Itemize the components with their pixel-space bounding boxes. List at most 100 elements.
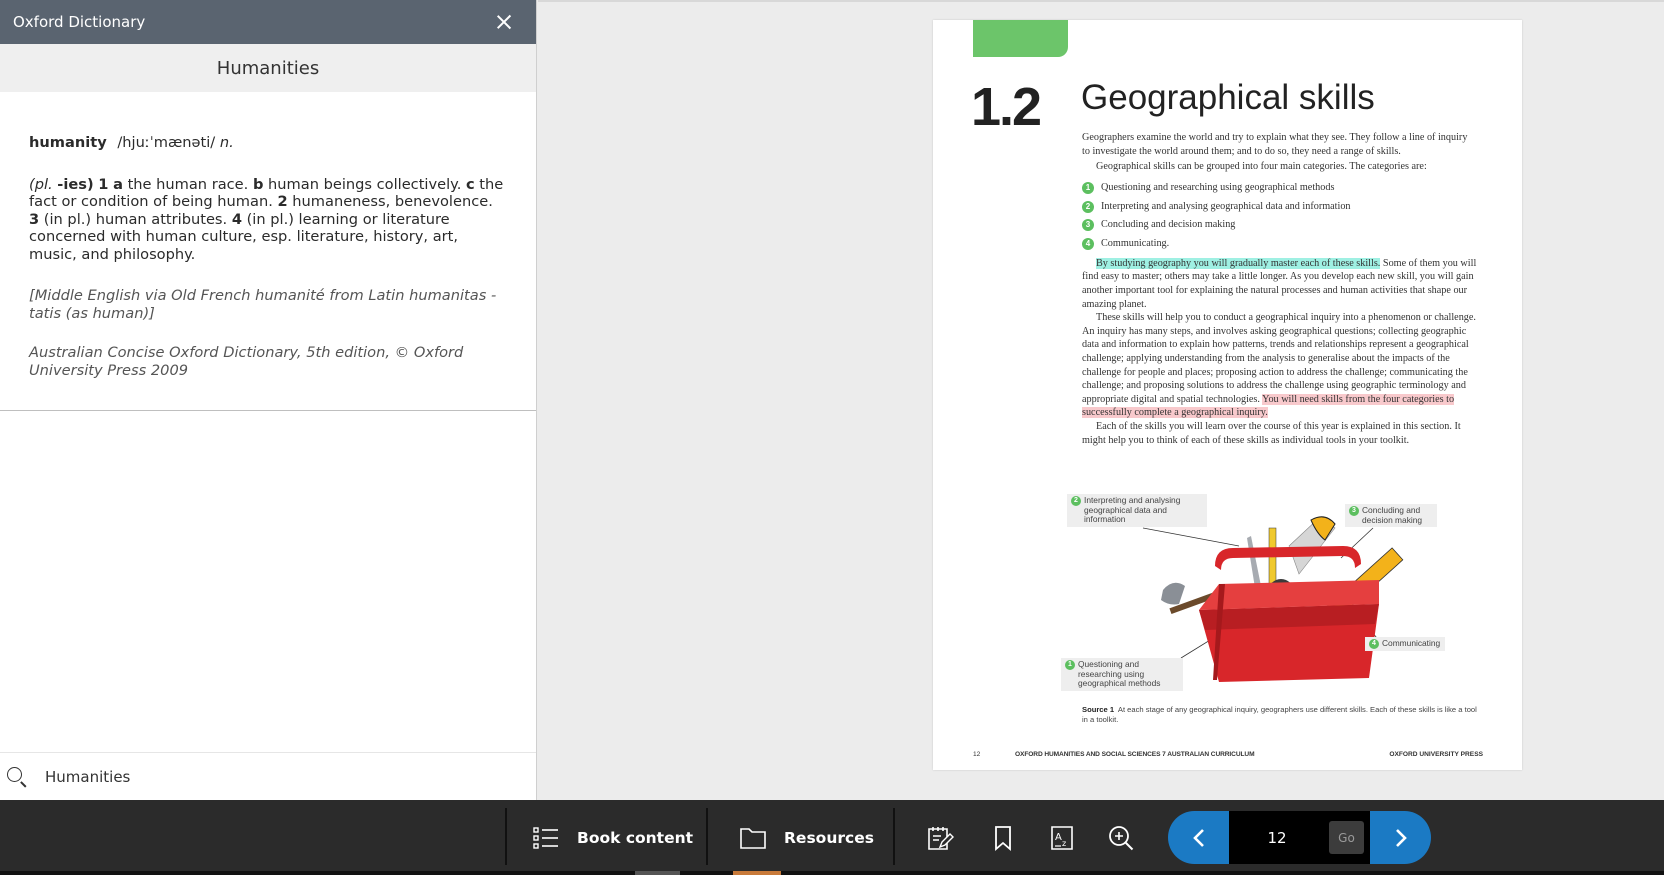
- highlight-teal[interactable]: By studying geography you will gradually…: [1096, 257, 1381, 269]
- callout-text: Communicating: [1382, 638, 1441, 648]
- dictionary-title: Oxford Dictionary: [13, 13, 146, 31]
- skill-text: Concluding and decision making: [1101, 219, 1236, 231]
- sense-2-number: 2: [277, 193, 288, 210]
- page-footer: 12 OXFORD HUMANITIES AND SOCIAL SCIENCES…: [973, 751, 1483, 758]
- book-content-label: Book content: [577, 828, 694, 847]
- entry-definition: (pl. -ies) 1 a the human race. b human b…: [29, 176, 507, 264]
- svg-text:A: A: [1055, 832, 1062, 843]
- callout-text: Concluding and decision making: [1362, 505, 1423, 525]
- callout-number: 2: [1071, 496, 1081, 506]
- entry-plural-prefix: (pl.: [29, 175, 53, 193]
- sense-1-number: 1: [98, 175, 109, 193]
- paragraph-3: These skills will help you to conduct a …: [1082, 311, 1477, 420]
- sense-4-number: 4: [231, 210, 242, 228]
- entry-etymology: [Middle English via Old French humanité …: [29, 287, 497, 322]
- dictionary-panel: Oxford Dictionary Humanities humanity /h…: [0, 0, 537, 800]
- taskbar-strip: [0, 871, 1664, 875]
- section-title: Geographical skills: [1081, 78, 1375, 117]
- sense-3-number: 3: [29, 210, 40, 228]
- callout-1: 1 Questioning and researching using geogr…: [1061, 658, 1183, 691]
- folder-icon: [740, 827, 766, 849]
- paragraph-2: By studying geography you will gradually…: [1082, 257, 1477, 311]
- taskbar-indicator: [635, 871, 680, 875]
- section-number: 1.2: [971, 77, 1042, 137]
- entry-source: Australian Concise Oxford Dictionary, 5t…: [29, 344, 464, 379]
- callout-number: 3: [1349, 506, 1359, 516]
- callout-text: Questioning and researching using geogra…: [1078, 659, 1161, 689]
- svg-text:z: z: [1062, 839, 1066, 848]
- next-page-button[interactable]: [1370, 811, 1431, 864]
- go-button[interactable]: Go: [1329, 821, 1364, 854]
- skill-number: 1: [1082, 182, 1094, 195]
- skill-number: 4: [1082, 237, 1094, 250]
- footer-publisher: OXFORD UNIVERSITY PRESS: [1389, 751, 1483, 758]
- skill-item: 4 Communicating.: [1082, 234, 1477, 253]
- entry-headline: humanity /hjuːˈmænəti/ n.: [29, 134, 507, 152]
- entry-part-of-speech: n.: [219, 134, 234, 151]
- toolbar-divider: [505, 808, 507, 865]
- bottom-toolbar: Book content Resources A z Go: [0, 800, 1664, 875]
- viewer-top-border: [538, 0, 1664, 2]
- sense-3-text: (in pl.) human attributes.: [43, 210, 228, 228]
- section-color-tab: [973, 20, 1068, 57]
- categories-intro: Geographical skills can be grouped into …: [1096, 161, 1427, 173]
- dictionary-search-bar: [0, 752, 536, 800]
- sense-1b-label: b: [252, 175, 264, 193]
- sense-2-text: humaneness, benevolence.: [292, 193, 493, 210]
- close-icon[interactable]: [493, 11, 515, 33]
- callout-4: 4 Communicating: [1365, 637, 1445, 651]
- skill-item: 2 Interpreting and analysing geographical…: [1082, 197, 1477, 216]
- footer-book-title: OXFORD HUMANITIES AND SOCIAL SCIENCES 7 …: [1015, 751, 1255, 758]
- bookmark-icon[interactable]: [989, 824, 1017, 852]
- dictionary-entry: humanity /hjuːˈmænəti/ n. (pl. -ies) 1 a…: [0, 92, 536, 411]
- toolbar-divider: [706, 808, 708, 865]
- dictionary-icon[interactable]: A z: [1048, 824, 1076, 852]
- footer-page-number: 12: [973, 751, 981, 758]
- skills-list: 1 Questioning and researching using geogr…: [1082, 179, 1477, 253]
- skill-item: 1 Questioning and researching using geogr…: [1082, 179, 1477, 198]
- book-content-button[interactable]: Book content: [533, 800, 693, 875]
- resources-label: Resources: [784, 828, 874, 847]
- sense-1a-label: a: [113, 175, 123, 193]
- caption-text: At each stage of any geographical inquir…: [1082, 705, 1477, 724]
- skill-number: 2: [1082, 200, 1094, 213]
- callout-2: 2 Interpreting and analysing geographical…: [1067, 494, 1207, 527]
- sense-1c-label: c: [465, 175, 475, 193]
- figure-caption: Source 1 At each stage of any geographic…: [1082, 705, 1477, 725]
- dictionary-header: Oxford Dictionary: [0, 0, 536, 44]
- notes-icon[interactable]: [926, 824, 954, 852]
- skill-text: Questioning and researching using geogra…: [1101, 182, 1335, 194]
- zoom-in-icon[interactable]: [1107, 824, 1135, 852]
- book-page: 1.2 Geographical skills Geographers exam…: [933, 20, 1522, 770]
- previous-page-button[interactable]: [1168, 811, 1229, 864]
- resources-button[interactable]: Resources: [740, 800, 874, 875]
- sense-1b-text: human beings collectively.: [268, 175, 462, 193]
- chevron-right-icon: [1395, 828, 1407, 847]
- skill-text: Communicating.: [1101, 237, 1170, 249]
- intro-paragraph: Geographers examine the world and try to…: [1082, 132, 1468, 157]
- page-navigator: Go: [1168, 811, 1431, 864]
- sense-1a-text: the human race.: [127, 175, 249, 193]
- entry-pronunciation: /hjuːˈmænəti/: [117, 134, 216, 151]
- skill-item: 3 Concluding and decision making: [1082, 216, 1477, 235]
- search-icon[interactable]: [6, 766, 28, 788]
- toolbar-divider: [893, 808, 895, 865]
- callout-number: 4: [1369, 639, 1379, 649]
- dictionary-subject: Humanities: [0, 44, 536, 92]
- page-body: Geographers examine the world and try to…: [1082, 131, 1477, 447]
- caption-label: Source 1: [1082, 705, 1115, 714]
- callout-text: Interpreting and analysing geographical …: [1084, 495, 1181, 525]
- callout-3: 3 Concluding and decision making: [1345, 504, 1437, 528]
- page-number-input[interactable]: [1229, 828, 1325, 847]
- skill-number: 3: [1082, 219, 1094, 232]
- skill-text: Interpreting and analysing geographical …: [1101, 200, 1351, 212]
- page-number-box: Go: [1229, 811, 1370, 864]
- callout-number: 1: [1065, 660, 1075, 670]
- paragraph-4: Each of the skills you will learn over t…: [1082, 420, 1461, 446]
- paragraph-3-text: These skills will help you to conduct a …: [1082, 312, 1476, 405]
- entry-headword: humanity: [29, 134, 107, 151]
- dictionary-search-input[interactable]: [45, 767, 505, 786]
- list-icon: [533, 826, 558, 849]
- chevron-left-icon: [1192, 828, 1204, 847]
- taskbar-indicator-active: [733, 871, 781, 875]
